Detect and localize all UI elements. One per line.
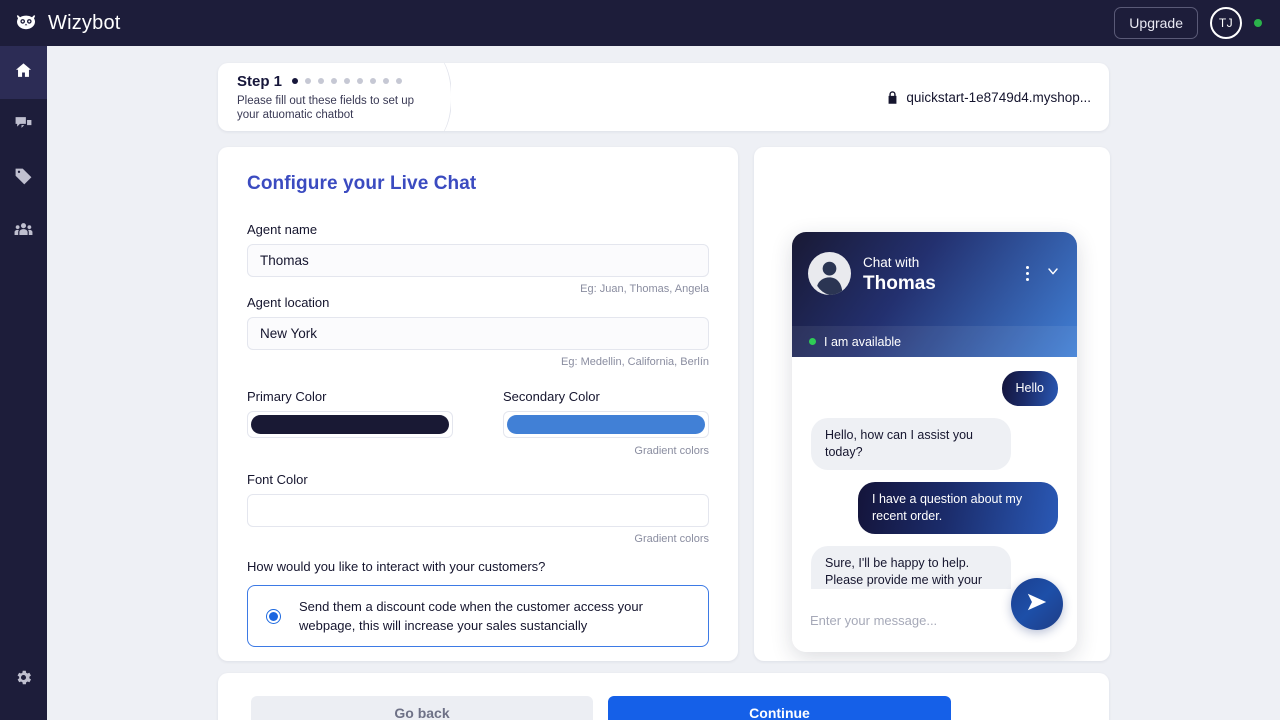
agent-name-input[interactable] bbox=[247, 244, 709, 277]
primary-color-label: Primary Color bbox=[247, 389, 327, 404]
radio-button[interactable] bbox=[266, 608, 281, 624]
radio-selected-indicator bbox=[269, 611, 278, 621]
step-dot bbox=[357, 78, 364, 84]
owl-logo-icon bbox=[14, 11, 38, 35]
sidebar-item-settings[interactable] bbox=[0, 653, 47, 706]
step-title-row: Step 1 bbox=[237, 73, 423, 90]
continue-button[interactable]: Continue bbox=[608, 695, 951, 720]
chat-bubble-user: Hello bbox=[1001, 371, 1058, 406]
font-color-label: Font Color bbox=[247, 472, 308, 487]
sidebar bbox=[0, 46, 47, 720]
chat-bubble-bot: Sure, I'll be happy to help. Please prov… bbox=[811, 546, 1011, 589]
step-dot bbox=[292, 78, 299, 84]
step-dot bbox=[305, 78, 312, 84]
availability-bar: I am available bbox=[792, 326, 1077, 357]
gear-icon bbox=[14, 668, 33, 692]
configure-live-chat-form: Configure your Live Chat Agent name Eg: … bbox=[218, 147, 738, 661]
sidebar-item-tags[interactable] bbox=[0, 152, 47, 205]
step-progress-dots bbox=[292, 78, 403, 84]
chat-bubble-user: I have a question about my recent order. bbox=[858, 482, 1058, 534]
go-back-button[interactable]: Go back bbox=[251, 695, 593, 720]
user-avatar-icon bbox=[808, 252, 851, 295]
upgrade-button[interactable]: Upgrade bbox=[1114, 7, 1198, 39]
primary-color-picker[interactable] bbox=[247, 411, 453, 438]
step-banner: Step 1 Please fill out these fields to s… bbox=[218, 63, 1109, 131]
top-navigation-bar: Wizybot Upgrade TJ bbox=[0, 0, 1280, 46]
availability-text: I am available bbox=[824, 334, 902, 349]
agent-name-hint: Eg: Juan, Thomas, Angela bbox=[580, 283, 709, 295]
interaction-option-discount[interactable]: Send them a discount code when the custo… bbox=[247, 585, 709, 647]
agent-name-label: Agent name bbox=[247, 222, 318, 237]
color-fields-row: Primary Color Gradient colors Secondary … bbox=[247, 389, 709, 457]
font-color-hint: Gradient colors bbox=[634, 533, 709, 545]
chat-widget: Chat with Thomas I am available Hello He… bbox=[792, 232, 1077, 652]
chat-agent-name: Thomas bbox=[863, 272, 936, 294]
step-title: Step 1 bbox=[237, 72, 283, 90]
chevron-down-icon[interactable] bbox=[1045, 263, 1061, 284]
kebab-menu-icon[interactable] bbox=[1026, 266, 1029, 281]
top-bar-actions: Upgrade TJ bbox=[1114, 7, 1262, 39]
step-dot bbox=[370, 78, 377, 84]
tag-icon bbox=[14, 167, 33, 191]
store-url-text: quickstart-1e8749d4.myshop... bbox=[906, 89, 1091, 105]
chat-header-row: Chat with Thomas bbox=[808, 252, 1061, 295]
step-info: Step 1 Please fill out these fields to s… bbox=[218, 73, 423, 122]
banner-divider bbox=[425, 63, 451, 131]
step-dot bbox=[383, 78, 390, 84]
chat-header-actions bbox=[1026, 263, 1061, 284]
people-icon bbox=[14, 220, 33, 244]
primary-color-field: Primary Color Gradient colors bbox=[247, 389, 453, 457]
chat-bubble-bot: Hello, how can I assist you today? bbox=[811, 418, 1011, 470]
step-dot bbox=[318, 78, 325, 84]
chat-message-list: Hello Hello, how can I assist you today? I… bbox=[792, 357, 1077, 589]
agent-location-input[interactable] bbox=[247, 317, 709, 350]
lock-icon bbox=[887, 90, 898, 104]
online-status-dot bbox=[1254, 19, 1262, 27]
primary-color-swatch bbox=[251, 415, 449, 434]
secondary-color-swatch bbox=[507, 415, 705, 434]
secondary-color-field: Secondary Color Gradient colors bbox=[503, 389, 709, 457]
step-dot bbox=[331, 78, 338, 84]
home-icon bbox=[14, 61, 33, 85]
agent-location-label: Agent location bbox=[247, 295, 330, 310]
interaction-question: How would you like to interact with your… bbox=[247, 559, 546, 574]
chat-header-text: Chat with Thomas bbox=[863, 254, 936, 294]
avatar[interactable]: TJ bbox=[1210, 7, 1242, 39]
brand-name: Wizybot bbox=[48, 11, 121, 34]
wizard-footer: Go back Continue bbox=[218, 673, 1109, 720]
step-dot bbox=[396, 78, 403, 84]
send-paper-plane-icon bbox=[1026, 591, 1048, 618]
store-url: quickstart-1e8749d4.myshop... bbox=[887, 90, 1109, 105]
page-content: Step 1 Please fill out these fields to s… bbox=[47, 46, 1280, 720]
chat-with-label: Chat with bbox=[863, 254, 920, 270]
chat-bubbles-icon bbox=[14, 114, 33, 138]
chat-preview-panel: Chat with Thomas I am available Hello He… bbox=[754, 147, 1110, 661]
step-subtitle: Please fill out these fields to set up y… bbox=[237, 94, 415, 121]
secondary-color-hint: Gradient colors bbox=[634, 445, 709, 457]
secondary-color-label: Secondary Color bbox=[503, 389, 600, 404]
secondary-color-picker[interactable] bbox=[503, 411, 709, 438]
font-color-picker[interactable] bbox=[247, 494, 709, 527]
step-dot bbox=[344, 78, 351, 84]
agent-location-hint: Eg: Medellin, California, Berlín bbox=[561, 356, 709, 368]
sidebar-item-customers[interactable] bbox=[0, 205, 47, 258]
chat-widget-header: Chat with Thomas I am available bbox=[792, 232, 1077, 357]
sidebar-item-home[interactable] bbox=[0, 46, 47, 99]
brand-logo[interactable]: Wizybot bbox=[14, 11, 121, 35]
send-button[interactable] bbox=[1011, 578, 1063, 630]
interaction-option-label: Send them a discount code when the custo… bbox=[299, 599, 643, 633]
online-status-dot bbox=[809, 338, 816, 345]
app-root: Wizybot Upgrade TJ Step 1 Please fill ou… bbox=[0, 0, 1280, 720]
sidebar-item-conversations[interactable] bbox=[0, 99, 47, 152]
page-title: Configure your Live Chat bbox=[247, 173, 477, 194]
